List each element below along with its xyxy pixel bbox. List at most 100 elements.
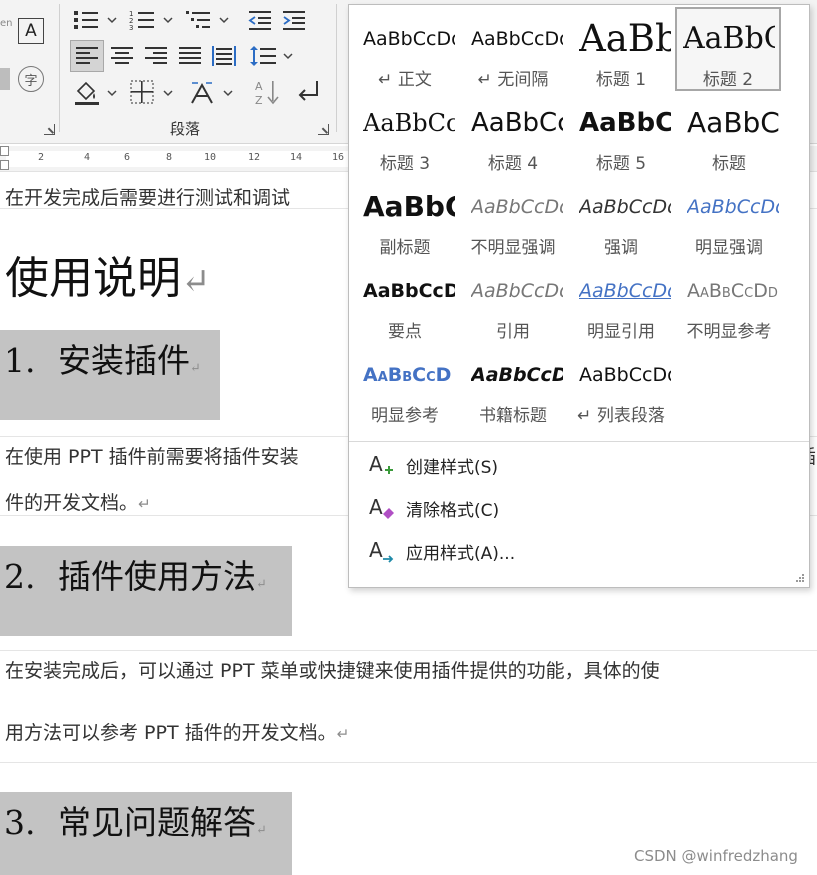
style-heading-1[interactable]: AaBb 标题 1 [571, 7, 671, 90]
style-preview: AaBbCcDd [363, 280, 455, 302]
style-heading-3[interactable]: AaBbCc 标题 3 [355, 91, 455, 174]
style-emphasis[interactable]: AaBbCcDd 强调 [571, 175, 671, 258]
style-preview: AaBbCcDd [471, 196, 563, 218]
increase-indent-icon [283, 11, 305, 30]
hanging-indent-marker[interactable] [0, 160, 9, 170]
paragraph-group-label: 段落 [169, 120, 200, 138]
enclose-characters-button[interactable]: 字 [18, 66, 44, 92]
create-style-icon: A [369, 452, 393, 476]
style-preview: AaBbCcDd [687, 280, 778, 302]
style-name: 要点 [388, 322, 422, 342]
svg-text:A: A [369, 495, 383, 519]
character-shading-button[interactable] [0, 68, 10, 90]
create-style-menu-item[interactable]: A 创建样式(S) [349, 444, 809, 484]
style-intense-quote[interactable]: AaBbCcDd 明显引用 [571, 259, 671, 342]
style-name: 不明显参考 [686, 322, 772, 342]
shading-button[interactable] [72, 76, 122, 108]
style-preview: AaBbC [687, 106, 779, 139]
justify-button[interactable] [174, 40, 206, 72]
style-name: 副标题 [379, 238, 431, 258]
line-spacing-icon [250, 46, 293, 66]
heading-number: 2. [4, 557, 36, 596]
style-subtle-reference[interactable]: AaBbCcDd 不明显参考 [679, 259, 779, 342]
style-name: 标题 3 [379, 154, 431, 174]
align-center-icon [111, 47, 133, 64]
align-left-icon [76, 47, 98, 64]
style-list-paragraph[interactable]: AaBbCcDd ↵ 列表段落 [571, 343, 671, 426]
character-border-icon: A [25, 21, 37, 41]
menu-separator [349, 441, 809, 442]
style-heading-4[interactable]: AaBbCc 标题 4 [463, 91, 563, 174]
style-book-title[interactable]: AaBbCcD 书籍标题 [463, 343, 563, 426]
style-preview: AaBbCcDd [579, 280, 671, 302]
distributed-button[interactable] [208, 40, 240, 72]
style-name: 书籍标题 [479, 406, 547, 426]
style-quote[interactable]: AaBbCcDd 引用 [463, 259, 563, 342]
style-no-spacing[interactable]: AaBbCcDd ↵ 无间隔 [463, 7, 563, 90]
ruler-tick: 8 [166, 152, 173, 163]
apply-styles-menu-item[interactable]: A 应用样式(A)... [349, 530, 809, 570]
style-normal[interactable]: AaBbCcDd ↵ 正文 [355, 7, 455, 90]
character-border-button[interactable]: A [18, 18, 44, 44]
font-dialog-launcher[interactable] [44, 124, 55, 135]
multilevel-list-button[interactable] [184, 6, 234, 34]
style-preview: AaBbCcDd [471, 280, 563, 302]
show-hide-marks-button[interactable] [292, 76, 324, 108]
style-subtitle[interactable]: AaBbC 副标题 [355, 175, 455, 258]
style-intense-reference[interactable]: AaBbCcD 明显参考 [355, 343, 455, 426]
style-preview: AaBbCcDd [363, 28, 455, 50]
styles-gallery-dropdown: AaBbCcDd ↵ 正文 AaBbCcDd ↵ 无间隔 AaBb 标题 1 A… [348, 4, 810, 588]
ruler-tick: 12 [248, 152, 261, 163]
ruler-tick: 2 [38, 152, 45, 163]
increase-indent-button[interactable] [280, 6, 308, 34]
style-heading-2[interactable]: AaBbC 标题 2 [675, 7, 781, 91]
paragraph-mark: ↵ [190, 361, 201, 376]
ruler-tick: 10 [204, 152, 217, 163]
numbering-button[interactable]: 1 2 3 [128, 6, 178, 34]
style-name: 引用 [496, 322, 530, 342]
style-subtle-emphasis[interactable]: AaBbCcDd 不明显强调 [463, 175, 564, 258]
heading-2-usage: 2. 插件使用方法↵ [0, 546, 292, 636]
asian-layout-icon [191, 82, 233, 104]
style-strong[interactable]: AaBbCcDd 要点 [355, 259, 455, 342]
paragraph-mark: ↵ [256, 823, 267, 838]
paragraph-mark: ↵ [138, 495, 151, 513]
style-preview: AaBbCcDd [471, 28, 563, 50]
style-preview: AaBbCcDd [579, 196, 671, 218]
paint-bucket-icon [75, 81, 117, 105]
style-name: 标题 1 [595, 70, 647, 90]
resize-grip-icon[interactable] [795, 573, 805, 583]
style-name: 标题 5 [595, 154, 647, 174]
asian-layout-button[interactable] [188, 76, 238, 108]
style-heading-5[interactable]: AaBbCc 标题 5 [571, 91, 671, 174]
bullets-button[interactable] [72, 6, 122, 34]
paragraph-dialog-launcher[interactable] [318, 124, 329, 135]
sort-button[interactable]: A Z [250, 76, 282, 108]
menu-label: 应用样式(A)... [406, 544, 516, 564]
decrease-indent-icon [248, 11, 271, 30]
paragraph-mark: ↵ [256, 577, 267, 592]
style-preview: AaBbCcDd [579, 364, 671, 386]
style-name: 明显参考 [371, 406, 439, 426]
align-right-button[interactable] [140, 40, 172, 72]
clear-formatting-menu-item[interactable]: A 清除格式(C) [349, 487, 809, 527]
body-text-line: 在使用 PPT 插件前需要将插件安装 [5, 446, 299, 468]
line-spacing-button[interactable] [248, 40, 296, 72]
align-left-button[interactable] [70, 40, 104, 72]
document-title: 使用说明↵ [5, 242, 210, 306]
svg-text:Z: Z [255, 94, 263, 107]
apply-styles-icon: A [369, 538, 394, 563]
borders-button[interactable] [128, 76, 178, 108]
enclose-characters-icon: 字 [24, 73, 38, 89]
body-text-line: 在开发完成后需要进行测试和调试 [5, 187, 291, 209]
style-intense-emphasis[interactable]: AaBbCcDd 明显强调 [679, 175, 779, 258]
center-button[interactable] [106, 40, 138, 72]
body-text: 件的开发文档。 [5, 492, 139, 514]
heading-text: 插件使用方法 [58, 557, 256, 596]
style-title[interactable]: AaBbC 标题 [679, 91, 779, 174]
menu-label: 创建样式(S) [406, 458, 499, 478]
decrease-indent-button[interactable] [246, 6, 274, 34]
paragraph-mark: ↵ [336, 725, 350, 743]
first-line-indent-marker[interactable] [0, 146, 9, 156]
paragraph-mark: ↵ [181, 261, 211, 302]
